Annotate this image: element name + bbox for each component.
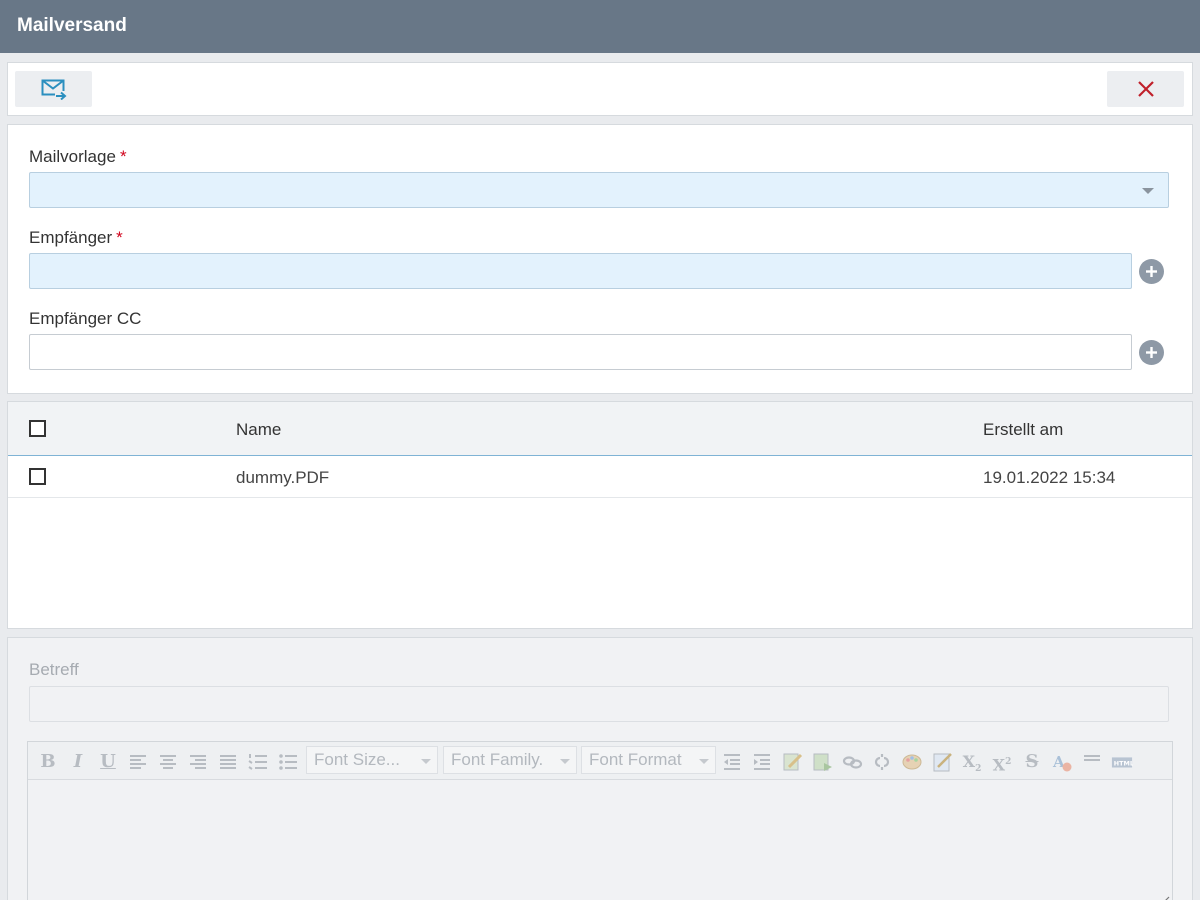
bold-icon[interactable]: B <box>37 751 59 773</box>
clear-formatting-icon[interactable]: A <box>1051 751 1073 773</box>
action-toolbar <box>7 62 1193 116</box>
resize-handle-icon[interactable] <box>1156 894 1170 900</box>
link-icon[interactable] <box>841 751 863 773</box>
edit-source-icon[interactable] <box>931 751 953 773</box>
font-format-select[interactable]: Font Format <box>581 746 716 774</box>
attachment-name: dummy.PDF <box>236 468 330 487</box>
recipient-input[interactable] <box>29 253 1132 289</box>
send-mail-button[interactable] <box>15 71 92 107</box>
horizontal-rule-icon[interactable] <box>1081 751 1103 773</box>
template-label-text: Mailvorlage <box>29 147 116 166</box>
align-left-icon[interactable] <box>127 751 149 773</box>
svg-text:HTML: HTML <box>1114 760 1133 768</box>
cc-label: Empfänger CC <box>29 309 141 329</box>
subject-input[interactable] <box>29 686 1169 722</box>
attachment-table: Name Erstellt am dummy.PDF 19.01.2022 15… <box>7 401 1193 629</box>
chevron-down-icon <box>421 759 431 764</box>
column-header-created[interactable]: Erstellt am <box>983 420 1063 440</box>
row-checkbox[interactable] <box>29 468 46 485</box>
html-view-icon[interactable]: HTML <box>1111 751 1133 773</box>
chevron-down-icon <box>699 759 709 764</box>
font-family-value: Font Family. <box>451 750 544 769</box>
ordered-list-icon[interactable] <box>247 751 269 773</box>
attachment-created: 19.01.2022 15:34 <box>983 468 1116 487</box>
chevron-down-icon <box>560 759 570 764</box>
subject-label: Betreff <box>29 660 79 679</box>
color-palette-icon[interactable] <box>901 751 923 773</box>
outdent-icon[interactable] <box>721 751 743 773</box>
required-mark: * <box>116 228 123 247</box>
mail-send-icon <box>41 79 67 100</box>
align-right-icon[interactable] <box>187 751 209 773</box>
unlink-icon[interactable] <box>871 751 893 773</box>
cc-label-text: Empfänger CC <box>29 309 142 328</box>
italic-icon[interactable]: I <box>67 751 89 773</box>
template-select[interactable] <box>29 172 1169 208</box>
recipient-form: Mailvorlage * Empfänger * Empfänger CC <box>7 124 1193 394</box>
add-cc-button[interactable] <box>1139 340 1164 365</box>
cc-input[interactable] <box>29 334 1132 370</box>
align-justify-icon[interactable] <box>217 751 239 773</box>
insert-snippet-icon[interactable] <box>811 751 833 773</box>
indent-icon[interactable] <box>751 751 773 773</box>
plus-icon <box>1146 347 1157 358</box>
chevron-down-icon[interactable] <box>1142 188 1154 194</box>
close-icon <box>1137 81 1154 97</box>
underline-icon[interactable]: U <box>97 751 119 773</box>
column-header-name[interactable]: Name <box>236 420 281 440</box>
superscript-icon[interactable]: X2 <box>991 751 1013 774</box>
unordered-list-icon[interactable] <box>277 751 299 773</box>
recipient-label-text: Empfänger <box>29 228 113 247</box>
align-center-icon[interactable] <box>157 751 179 773</box>
font-family-select[interactable]: Font Family. <box>443 746 577 774</box>
font-format-value: Font Format <box>589 750 682 769</box>
window-title: Mailversand <box>17 15 127 36</box>
strikethrough-icon[interactable]: S <box>1021 751 1043 773</box>
required-mark: * <box>119 147 127 166</box>
table-header: Name Erstellt am <box>8 402 1192 456</box>
table-row[interactable]: dummy.PDF 19.01.2022 15:34 <box>8 456 1192 498</box>
rich-text-editor[interactable]: B I U Font Size... Font Family. Font For… <box>27 741 1173 900</box>
mail-body-panel: Betreff B I U Font Size... Font Family. … <box>7 637 1193 900</box>
subscript-icon[interactable]: X2 <box>961 751 983 774</box>
editor-toolbar: B I U Font Size... Font Family. Font For… <box>28 742 1172 780</box>
insert-template-icon[interactable] <box>781 751 803 773</box>
window-titlebar: Mailversand <box>0 0 1200 53</box>
select-all-checkbox[interactable] <box>29 420 46 437</box>
template-label: Mailvorlage * <box>29 147 127 167</box>
close-button[interactable] <box>1107 71 1184 107</box>
font-size-select[interactable]: Font Size... <box>306 746 438 774</box>
font-size-value: Font Size... <box>314 750 400 769</box>
add-recipient-button[interactable] <box>1139 259 1164 284</box>
plus-icon <box>1146 266 1157 277</box>
recipient-label: Empfänger * <box>29 228 123 248</box>
